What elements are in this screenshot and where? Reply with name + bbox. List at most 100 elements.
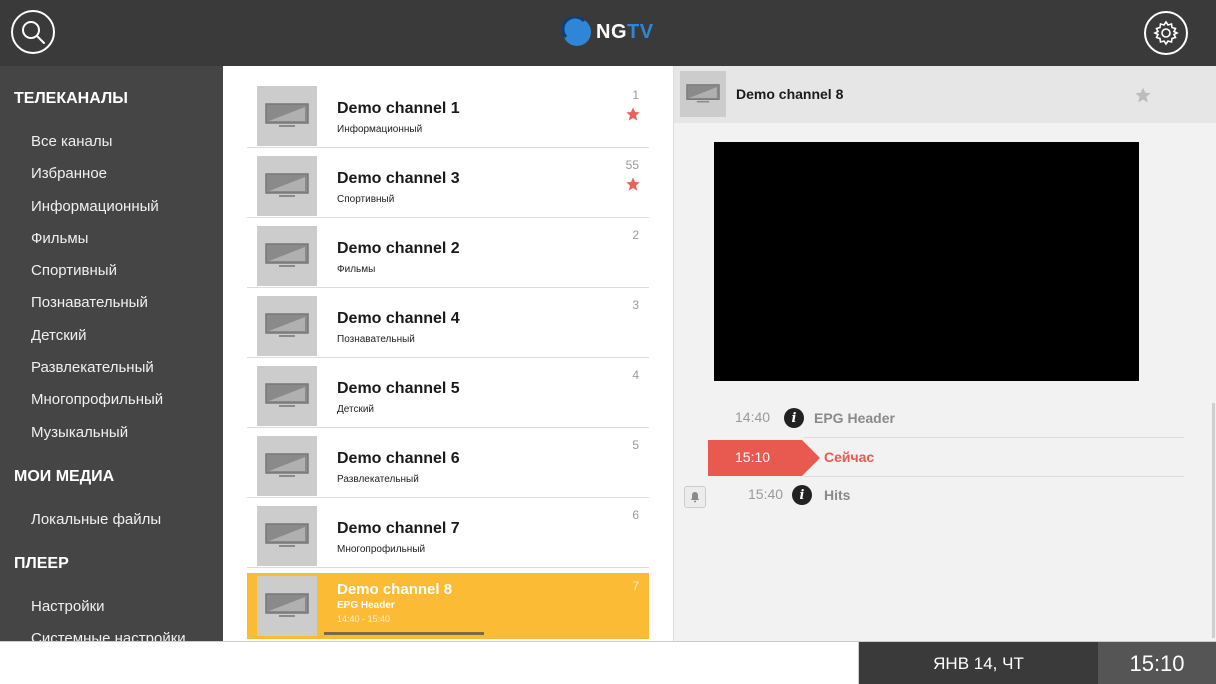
info-icon[interactable]: i <box>792 485 812 505</box>
epg-scrollbar[interactable] <box>1212 403 1215 638</box>
epg-time: 14:40 <box>735 409 771 425</box>
ticker-area <box>0 642 859 684</box>
tv-icon <box>686 84 720 103</box>
detail-header: Demo channel 8 <box>674 66 1216 123</box>
tv-icon <box>265 383 309 407</box>
channel-number: 2 <box>632 228 639 242</box>
star-icon[interactable] <box>625 176 641 192</box>
channel-category: Спортивный <box>337 194 395 205</box>
epg-divider <box>804 476 1184 477</box>
channel-logo <box>257 576 317 636</box>
channel-logo <box>257 296 317 356</box>
tv-icon <box>265 523 309 547</box>
star-icon[interactable] <box>625 106 641 122</box>
channel-number: 6 <box>632 508 639 522</box>
logo-text: NGTV <box>596 20 654 43</box>
epg-now-badge: 15:10 <box>708 440 802 476</box>
channel-epg-time: 14:40 - 15:40 <box>337 614 391 624</box>
clock-display: 15:10 <box>1098 642 1216 684</box>
channel-category: Информационный <box>337 124 423 135</box>
channel-epg-title: EPG Header <box>337 600 395 611</box>
sidebar-item-movies[interactable]: Фильмы <box>0 230 88 247</box>
channel-number: 1 <box>632 88 639 102</box>
channel-category: Познавательный <box>337 334 415 345</box>
sidebar-item-educational[interactable]: Познавательный <box>0 294 148 311</box>
channel-row[interactable]: Demo channel 5 Детский 4 <box>247 358 649 428</box>
channel-number: 5 <box>632 438 639 452</box>
status-bar: ЯНВ 14, ЧТ 15:10 <box>0 641 1216 684</box>
channel-category: Развлекательный <box>337 474 419 485</box>
tv-icon <box>265 453 309 477</box>
channel-number: 3 <box>632 298 639 312</box>
sidebar-section-my-media: МОИ МЕДИА <box>14 468 115 485</box>
channel-logo <box>257 366 317 426</box>
channel-list: Demo channel 1 Информационный 1 Demo cha… <box>223 66 673 641</box>
channel-row[interactable]: Demo channel 6 Развлекательный 5 <box>247 428 649 498</box>
sidebar-item-general[interactable]: Многопрофильный <box>0 391 163 408</box>
channel-logo <box>257 86 317 146</box>
epg-title: Hits <box>824 487 851 503</box>
channel-number: 55 <box>625 158 639 172</box>
bell-icon <box>690 492 700 503</box>
channel-name: Demo channel 5 <box>337 380 460 397</box>
detail-channel-logo <box>680 71 726 117</box>
sidebar-item-entertainment[interactable]: Развлекательный <box>0 359 154 376</box>
favorite-star-icon[interactable] <box>1134 86 1152 104</box>
sidebar-item-kids[interactable]: Детский <box>0 327 87 344</box>
channel-category: Многопрофильный <box>337 544 426 555</box>
tv-icon <box>265 103 309 127</box>
sidebar-section-player: ПЛЕЕР <box>14 555 69 572</box>
channel-name: Demo channel 8 <box>337 581 453 598</box>
channel-row[interactable]: Demo channel 3 Спортивный 55 <box>247 148 649 218</box>
tv-icon <box>265 173 309 197</box>
channel-category: Фильмы <box>337 264 376 275</box>
sidebar-section-tv: ТЕЛЕКАНАЛЫ <box>14 90 128 107</box>
channel-logo <box>257 156 317 216</box>
sidebar-item-music[interactable]: Музыкальный <box>0 424 128 441</box>
detail-channel-title: Demo channel 8 <box>736 86 844 102</box>
search-icon <box>22 21 45 44</box>
channel-progress-bar <box>324 632 484 635</box>
channel-name: Demo channel 3 <box>337 170 460 187</box>
sidebar-item-news[interactable]: Информационный <box>0 198 159 215</box>
sidebar-item-sport[interactable]: Спортивный <box>0 262 117 279</box>
channel-name: Demo channel 4 <box>337 310 460 327</box>
channel-row-selected[interactable]: Demo channel 8 EPG Header 14:40 - 15:40 … <box>247 573 649 639</box>
tv-icon <box>265 243 309 267</box>
channel-row[interactable]: Demo channel 4 Познавательный 3 <box>247 288 649 358</box>
channel-row[interactable]: Demo channel 2 Фильмы 2 <box>247 218 649 288</box>
logo-icon <box>562 17 591 46</box>
settings-button[interactable] <box>1144 11 1188 55</box>
sidebar-item-settings[interactable]: Настройки <box>0 598 105 615</box>
epg-time: 15:40 <box>748 486 784 502</box>
channel-number: 4 <box>632 368 639 382</box>
info-icon[interactable]: i <box>784 408 804 428</box>
channel-logo <box>257 506 317 566</box>
sidebar-item-system-settings[interactable]: Системные настройки <box>0 630 186 641</box>
date-display: ЯНВ 14, ЧТ <box>859 642 1098 684</box>
sidebar-item-favorites[interactable]: Избранное <box>0 165 107 182</box>
now-arrow-icon <box>802 440 820 476</box>
reminder-button[interactable] <box>684 486 706 508</box>
channel-row[interactable]: Demo channel 1 Информационный 1 <box>247 78 649 148</box>
search-button[interactable] <box>11 10 55 54</box>
app-logo: NGTV <box>562 17 654 47</box>
gear-icon <box>1153 20 1179 46</box>
channel-category: Детский <box>337 404 375 415</box>
epg-time: 15:10 <box>735 449 771 465</box>
sidebar-item-all-channels[interactable]: Все каналы <box>0 133 112 150</box>
channel-detail-panel: Demo channel 8 14:40 i EPG Header 15:10 … <box>673 66 1216 641</box>
channel-name: Demo channel 6 <box>337 450 460 467</box>
top-bar: NGTV <box>0 0 1216 66</box>
channel-logo <box>257 226 317 286</box>
epg-now-title: Сейчас <box>824 449 875 465</box>
video-player[interactable] <box>714 142 1139 381</box>
epg-divider <box>804 437 1184 438</box>
sidebar-item-local-files[interactable]: Локальные файлы <box>0 511 161 528</box>
channel-name: Demo channel 1 <box>337 100 460 117</box>
epg-title: EPG Header <box>814 410 895 426</box>
channel-number: 7 <box>632 579 639 593</box>
channel-row[interactable]: Demo channel 7 Многопрофильный 6 <box>247 498 649 568</box>
channel-logo <box>257 436 317 496</box>
sidebar: ТЕЛЕКАНАЛЫ Все каналы Избранное Информац… <box>0 66 223 641</box>
